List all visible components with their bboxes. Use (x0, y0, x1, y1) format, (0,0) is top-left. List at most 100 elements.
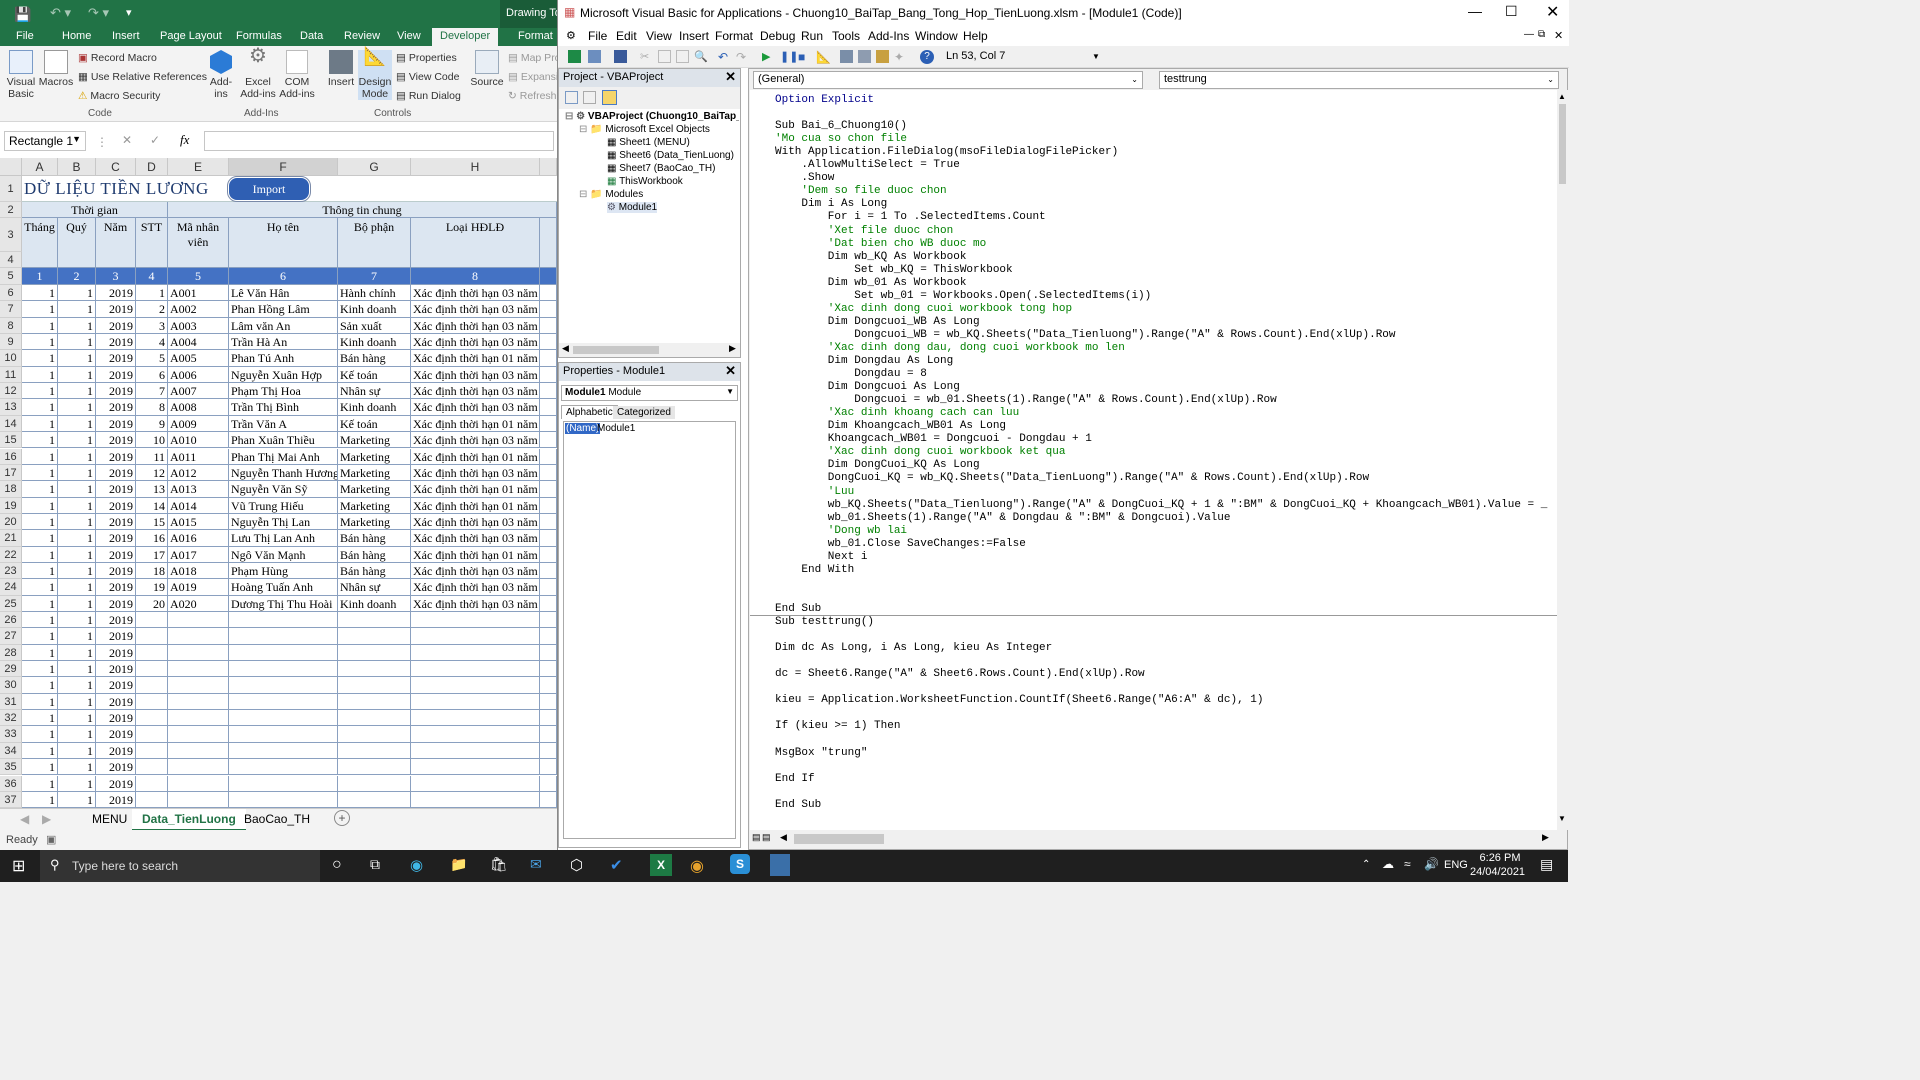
data-cell[interactable]: Bán hàng (338, 350, 411, 367)
data-cell[interactable]: A006 (168, 366, 229, 384)
code-line[interactable]: 'Mo cua so chon file (775, 133, 907, 146)
object-dropdown[interactable]: (General) ⌄ (753, 71, 1143, 89)
data-cell[interactable] (338, 644, 411, 662)
data-cell-extra[interactable] (540, 775, 557, 792)
worksheet-grid[interactable]: ABCDEFGH 1 2 3 4 5 6 7 8 9 10 11 12 13 14 15 16 17 18 19 20… (0, 158, 557, 810)
data-cell[interactable]: 1 (58, 497, 96, 514)
row-header[interactable]: 33 (0, 726, 22, 743)
formula-input[interactable] (204, 131, 554, 151)
data-cell[interactable] (168, 759, 229, 776)
data-cell[interactable]: Nhân sự (338, 383, 411, 400)
row-header[interactable]: 2 (0, 202, 22, 218)
data-cell[interactable]: 1 (58, 579, 96, 596)
excel-taskbar-icon[interactable]: X (650, 854, 672, 876)
view-excel-icon[interactable] (568, 50, 581, 63)
data-cell[interactable]: Nguyễn Thị Lan (229, 513, 338, 531)
row-header[interactable]: 9 (0, 334, 22, 351)
child-minimize-icon[interactable]: — (1524, 29, 1534, 40)
enter-icon[interactable]: ✓ (150, 133, 160, 147)
data-cell[interactable]: 6 (136, 366, 168, 384)
data-cell[interactable] (168, 677, 229, 694)
data-cell[interactable]: 2019 (96, 481, 136, 498)
data-cell[interactable]: 2019 (96, 317, 136, 335)
data-cell[interactable]: 1 (22, 677, 58, 694)
object-combo[interactable]: Module1 Module ▼ (561, 385, 738, 401)
data-cell-extra[interactable] (540, 759, 557, 776)
data-cell[interactable]: 1 (22, 710, 58, 727)
data-cell[interactable]: 2019 (96, 334, 136, 351)
sheet-tab-menu[interactable]: MENU (84, 812, 135, 826)
data-cell[interactable]: Marketing (338, 513, 411, 531)
data-cell[interactable]: 1 (22, 742, 58, 760)
prop-name-value[interactable]: Module1 (597, 423, 635, 434)
file-explorer-icon[interactable]: 📁 (450, 856, 467, 873)
data-cell-extra[interactable] (540, 383, 557, 400)
toolbar-overflow-icon[interactable]: ▼ (1092, 52, 1100, 61)
com-addins-button[interactable]: COM Add-ins (278, 50, 316, 100)
addins-button[interactable]: Add-ins (204, 50, 238, 100)
data-cell[interactable]: 20 (136, 595, 168, 612)
visual-basic-button[interactable]: Visual Basic (4, 50, 38, 100)
clock-date[interactable]: 24/04/2021 (1470, 866, 1525, 878)
row-header[interactable]: 29 (0, 661, 22, 678)
code-line[interactable]: wb_KQ.Sheets("Data_Tienluong").Range("A"… (775, 499, 1548, 512)
data-cell[interactable]: 1 (58, 595, 96, 612)
data-cell-extra[interactable] (540, 546, 557, 563)
data-cell[interactable]: 2019 (96, 579, 136, 596)
code-line[interactable]: 'Luu (775, 486, 854, 499)
data-cell[interactable]: 1 (22, 334, 58, 351)
menu-debug[interactable]: Debug (760, 29, 795, 43)
data-cell[interactable] (136, 612, 168, 629)
tree-modules[interactable]: ⊟ 📁 Modules (579, 189, 643, 200)
data-cell[interactable]: 2019 (96, 595, 136, 612)
data-cell[interactable]: 2019 (96, 415, 136, 433)
child-close-icon[interactable]: ✕ (1554, 29, 1563, 42)
column-header-h[interactable]: H (411, 158, 540, 176)
tray-chevron-icon[interactable]: ⌃ (1362, 859, 1370, 870)
view-object-icon[interactable] (583, 91, 596, 104)
row-header[interactable]: 7 (0, 301, 22, 318)
data-cell[interactable]: 1 (58, 317, 96, 335)
data-cell[interactable]: Xác định thời hạn 01 năm (411, 546, 540, 563)
data-cell-extra[interactable] (540, 693, 557, 711)
data-cell[interactable]: Xác định thời hạn 03 năm (411, 399, 540, 416)
row-header[interactable]: 20 (0, 513, 22, 531)
code-line[interactable]: Dongcuoi_WB = wb_KQ.Sheets("Data_Tienluo… (775, 329, 1395, 342)
data-cell[interactable]: 1 (58, 285, 96, 302)
data-cell[interactable] (411, 677, 540, 694)
data-cell[interactable]: Xác định thời hạn 03 năm (411, 432, 540, 449)
data-cell-extra[interactable] (540, 579, 557, 596)
data-cell[interactable] (136, 628, 168, 645)
redo-icon[interactable]: ↷ ▾ (88, 5, 109, 21)
code-line[interactable]: Sub testtrung() (775, 616, 874, 629)
data-cell[interactable]: 2019 (96, 661, 136, 678)
code-line[interactable]: wb_01.Sheets(1).Range("A" & Dongdau & ":… (775, 512, 1231, 525)
relative-refs-button[interactable]: ▦ Use Relative References (78, 71, 207, 83)
row-header[interactable]: 3 (0, 218, 22, 252)
row-header[interactable]: 28 (0, 644, 22, 662)
wifi-icon[interactable]: ≈ (1404, 857, 1411, 871)
code-line[interactable]: Dongdau = 8 (775, 368, 927, 381)
data-cell[interactable]: Kinh doanh (338, 595, 411, 612)
data-cell[interactable]: 1 (22, 644, 58, 662)
data-cell[interactable]: Marketing (338, 432, 411, 449)
map-properties-button[interactable]: ▤ Map Pro (508, 52, 557, 64)
data-cell[interactable]: Kế toán (338, 415, 411, 433)
data-cell[interactable]: Xác định thời hạn 03 năm (411, 464, 540, 482)
vba-menu-icon[interactable]: ⚙ (566, 29, 576, 42)
data-cell-extra[interactable] (540, 677, 557, 694)
data-cell[interactable] (338, 693, 411, 711)
data-cell[interactable]: 1 (22, 530, 58, 547)
code-line[interactable]: wb_01.Close SaveChanges:=False (775, 538, 1026, 551)
code-line[interactable]: Dim i As Long (775, 198, 887, 211)
run-dialog-button[interactable]: ▤ Run Dialog (396, 90, 461, 102)
data-cell[interactable]: 1 (22, 464, 58, 482)
data-cell-extra[interactable] (540, 595, 557, 612)
data-cell[interactable]: Kế toán (338, 366, 411, 384)
data-cell[interactable]: A002 (168, 301, 229, 318)
data-cell[interactable] (168, 644, 229, 662)
data-cell[interactable]: 11 (136, 448, 168, 465)
data-cell[interactable]: 2019 (96, 791, 136, 809)
data-cell[interactable]: Kinh doanh (338, 399, 411, 416)
code-line[interactable]: 'Xac dinh dong cuoi workbook ket qua (775, 446, 1066, 459)
